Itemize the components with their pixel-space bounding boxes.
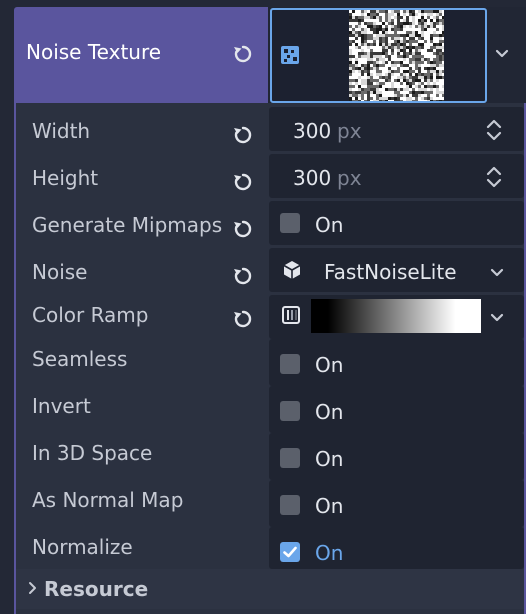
chevron-down-icon[interactable]: [494, 45, 510, 61]
invert-value: On: [315, 400, 344, 424]
revert-icon[interactable]: [232, 218, 254, 240]
revert-icon[interactable]: [232, 308, 254, 330]
revert-icon[interactable]: [232, 43, 254, 65]
color-ramp-picker[interactable]: [269, 295, 524, 339]
as-normal-map-label: As Normal Map: [32, 488, 184, 512]
resource-section-header[interactable]: Resource: [16, 569, 524, 609]
width-unit: px: [337, 119, 362, 143]
checkbox-unchecked-icon[interactable]: [280, 495, 300, 515]
noise-texture-icon: [279, 44, 301, 66]
invert-label: Invert: [32, 394, 91, 418]
chevron-down-icon[interactable]: [489, 309, 505, 325]
property-noise: Noise FastNoiseLite: [16, 248, 524, 292]
in-3d-space-value: On: [315, 447, 344, 471]
property-seamless: Seamless On: [16, 339, 524, 386]
property-height: Height 300 px: [16, 154, 524, 198]
property-generate-mipmaps: Generate Mipmaps On: [16, 201, 524, 245]
noise-resource-name: FastNoiseLite: [324, 260, 457, 284]
height-value: 300: [293, 166, 332, 190]
property-color-ramp: Color Ramp: [16, 295, 524, 339]
normalize-checkbox[interactable]: On: [269, 527, 524, 569]
gradient-icon: [281, 305, 301, 325]
chevron-down-icon[interactable]: [489, 264, 505, 280]
resource-header[interactable]: Noise Texture: [14, 7, 268, 103]
property-invert: Invert On: [16, 386, 524, 433]
as-normal-map-value: On: [315, 494, 344, 518]
in-3d-space-label: In 3D Space: [32, 441, 153, 465]
noise-preview-image: [349, 10, 444, 101]
revert-icon[interactable]: [232, 124, 254, 146]
noise-label: Noise: [32, 260, 88, 284]
height-spinbox[interactable]: 300 px: [269, 154, 524, 198]
resource-section-title: Resource: [44, 577, 149, 601]
seamless-value: On: [315, 353, 344, 377]
generate-mipmaps-checkbox[interactable]: On: [269, 201, 524, 245]
resource-cube-icon: [281, 259, 303, 281]
color-ramp-label: Color Ramp: [32, 303, 149, 327]
color-ramp-preview[interactable]: [311, 299, 481, 333]
inspector-frame: Noise Texture Width 300 px Height 300 px…: [14, 7, 526, 614]
generate-mipmaps-label: Generate Mipmaps: [32, 213, 223, 237]
checkbox-unchecked-icon[interactable]: [280, 401, 300, 421]
revert-icon[interactable]: [232, 171, 254, 193]
resource-preview-field[interactable]: [268, 7, 526, 103]
width-label: Width: [32, 119, 91, 143]
chevron-right-icon: [28, 581, 38, 599]
property-in-3d-space: In 3D Space On: [16, 433, 524, 480]
checkbox-checked-icon[interactable]: [280, 542, 300, 562]
width-value: 300: [293, 119, 332, 143]
checkbox-unchecked-icon[interactable]: [280, 354, 300, 374]
as-normal-map-checkbox[interactable]: On: [269, 480, 524, 527]
properties-panel: Width 300 px Height 300 px Generate Mipm…: [14, 103, 526, 614]
noise-resource-picker[interactable]: FastNoiseLite: [269, 248, 524, 292]
property-normalize: Normalize On: [16, 527, 524, 569]
normalize-value: On: [315, 541, 344, 565]
height-unit: px: [337, 166, 362, 190]
seamless-label: Seamless: [32, 347, 128, 371]
spinner-arrows-icon[interactable]: [484, 164, 504, 190]
checkbox-unchecked-icon[interactable]: [280, 213, 300, 233]
width-spinbox[interactable]: 300 px: [269, 107, 524, 151]
in-3d-space-checkbox[interactable]: On: [269, 433, 524, 480]
invert-checkbox[interactable]: On: [269, 386, 524, 433]
checkbox-unchecked-icon[interactable]: [280, 448, 300, 468]
height-label: Height: [32, 166, 99, 190]
resource-title: Noise Texture: [26, 40, 162, 64]
revert-icon[interactable]: [232, 265, 254, 287]
resource-preview-button[interactable]: [270, 8, 487, 103]
spinner-arrows-icon[interactable]: [484, 117, 504, 143]
normalize-label: Normalize: [32, 535, 133, 559]
property-as-normal-map: As Normal Map On: [16, 480, 524, 527]
generate-mipmaps-value: On: [315, 213, 344, 237]
property-width: Width 300 px: [16, 107, 524, 151]
seamless-checkbox[interactable]: On: [269, 339, 524, 386]
